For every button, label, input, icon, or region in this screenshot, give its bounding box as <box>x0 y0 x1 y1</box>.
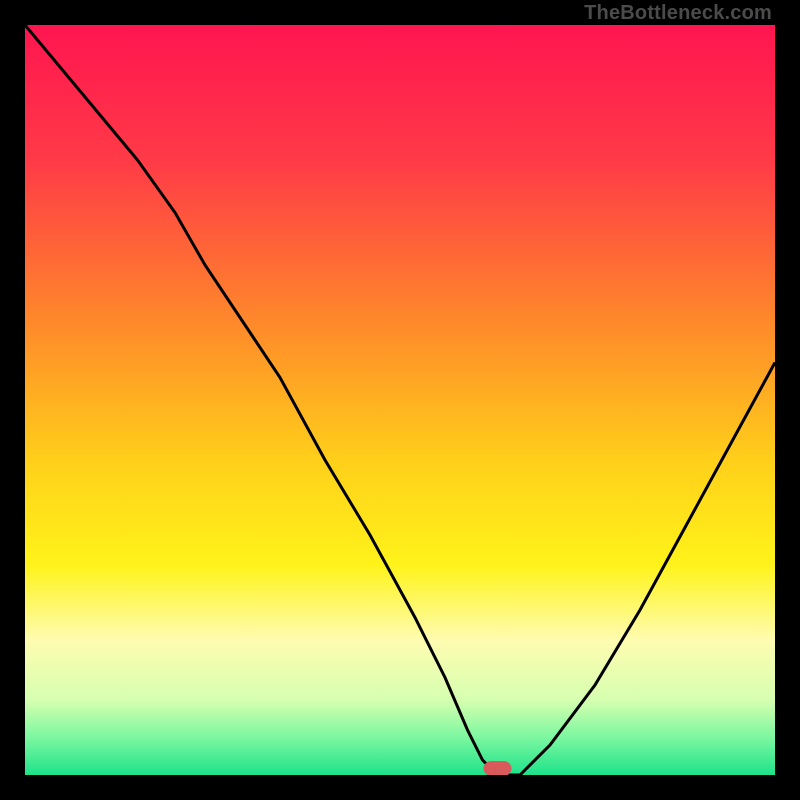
gradient-rect <box>25 25 775 775</box>
gradient-background <box>25 25 775 775</box>
optimal-marker <box>484 761 512 775</box>
watermark-text: TheBottleneck.com <box>584 2 772 25</box>
chart-frame <box>25 25 775 775</box>
plot-area <box>25 25 775 775</box>
